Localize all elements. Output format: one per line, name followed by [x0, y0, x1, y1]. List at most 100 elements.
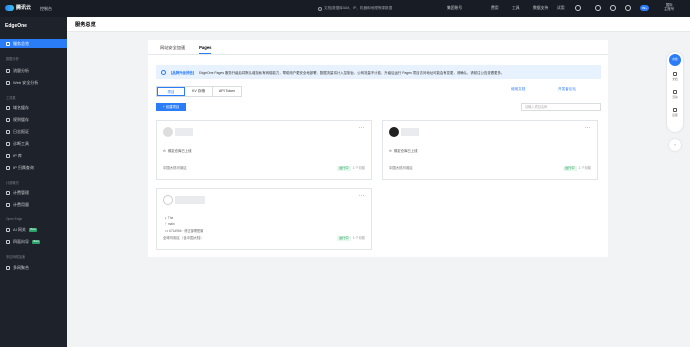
segment-control: 项目 KV 存储 API Token — [156, 86, 242, 97]
sidebar-item-web-security-analytics[interactable]: Web 安全分析 — [0, 78, 67, 87]
avatar — [163, 127, 173, 137]
content-panel: 网站安全加速 Pages 【品牌升级预告】 EdgeOne Pages 服务升级… — [148, 40, 608, 257]
more-options-icon[interactable]: ··· — [359, 125, 366, 131]
sidebar-item-guide[interactable]: 四面向导 Beta — [0, 237, 67, 246]
global-search[interactable]: 文档|数据库IAM、IP、机器和地理等源数据 — [318, 4, 430, 13]
topnav-tools[interactable]: 工具 — [512, 6, 520, 11]
feedback-icon — [673, 108, 677, 112]
sidebar-item-ai-gateway[interactable]: AI 网关 Beta — [0, 225, 67, 234]
sidebar: EdgeOne 服务总览 数据分析 流量分析 Web 安全分析 工具集 域名缓存… — [0, 17, 67, 347]
usage-icon — [6, 202, 10, 207]
ai-icon — [6, 227, 10, 232]
avatar — [163, 195, 173, 205]
rail-activity[interactable]: 活动 — [667, 90, 683, 99]
more-options-icon[interactable]: ··· — [359, 193, 366, 199]
timestamp: 1 个月前 — [352, 236, 365, 240]
doc-icon — [673, 72, 677, 76]
topnav-billing[interactable]: 费用 — [491, 6, 499, 11]
grid-icon[interactable] — [575, 5, 581, 11]
chevron-right-icon[interactable]: › — [669, 139, 681, 151]
status-badge: 运行中 — [337, 236, 351, 241]
sidebar-item-traffic-analytics[interactable]: 流量分析 — [0, 66, 67, 75]
repo-status: ⊝ 绑定仓库已上线 — [389, 148, 418, 154]
sidebar-section-multi-network: 多边网络加速 — [6, 255, 26, 259]
link-icon: ⊝ — [389, 148, 392, 153]
tab-pages[interactable]: Pages — [199, 44, 212, 54]
rail-docs[interactable]: 文档 — [667, 72, 683, 81]
docs-link[interactable]: 使用文档 — [511, 87, 525, 92]
topnav-group-account[interactable]: 集团账号 — [447, 6, 462, 11]
create-project-button[interactable]: + 创建项目 — [156, 103, 186, 111]
project-name-redacted — [175, 128, 193, 136]
sidebar-section-tools: 工具集 — [6, 96, 16, 100]
segment-kv-storage[interactable]: KV 存储 — [185, 87, 213, 96]
sidebar-item-overview[interactable]: 服务总览 — [0, 39, 67, 48]
sidebar-item-log[interactable]: 日志报证 — [0, 127, 67, 136]
sidebar-section-billing: 计费概况 — [6, 181, 19, 185]
topnav-data-support[interactable]: 数据支持 — [533, 6, 548, 11]
status-badge: 运行中 — [337, 166, 351, 171]
forum-link[interactable]: 开发者论坛 — [558, 87, 576, 92]
project-card[interactable]: ··· ⊝ 绑定仓库已上线 中国大陆可用区 运行中 1 个月前 — [382, 120, 598, 180]
sidebar-item-domain-cache[interactable]: 域名缓存 — [0, 103, 67, 112]
status-badge: 运行中 — [563, 166, 577, 171]
chart-icon — [6, 68, 10, 73]
ip-icon — [6, 153, 10, 158]
repo-status: ⊝ 绑定仓库已上线 — [163, 148, 192, 154]
log-icon — [6, 129, 10, 134]
sidebar-section-open-edge: Open Edge — [6, 217, 23, 221]
sidebar-item-ip-lookup[interactable]: IP 归属查询 — [0, 163, 67, 172]
billing-icon — [6, 190, 10, 195]
page-header: 服务总览 — [67, 17, 690, 32]
region-label: 中国大陆可用区 — [389, 166, 413, 170]
project-card[interactable]: ··· ⊝ 绑定仓库已上线 中国大陆可用区 运行中 1 个月前 — [156, 120, 372, 180]
home-icon — [6, 41, 10, 46]
user-account[interactable]: 国际 主账号 — [664, 3, 674, 12]
floating-toolbar: 在线 文档 活动 反馈 — [667, 52, 683, 132]
sidebar-item-billing-manage[interactable]: 计费管理 — [0, 188, 67, 197]
sidebar-item-multi-network[interactable]: 多网聚合 — [0, 263, 67, 272]
cloud-logo-icon — [5, 4, 14, 11]
link-icon: ⊝ — [163, 148, 166, 153]
segment-api-token[interactable]: API Token — [213, 87, 241, 96]
settings-icon[interactable] — [610, 5, 616, 11]
tencent-cloud-logo[interactable]: 腾讯云 — [5, 4, 31, 11]
rail-feedback[interactable]: 反馈 — [667, 108, 683, 117]
project-name-redacted — [401, 128, 419, 136]
more-options-icon[interactable]: ··· — [585, 125, 592, 131]
network-icon — [6, 265, 10, 270]
chat-button[interactable]: 在线 — [669, 54, 681, 66]
rule-icon — [6, 117, 10, 122]
console-link[interactable]: 控制台 — [40, 6, 52, 12]
sidebar-item-billing-usage[interactable]: 计费用量 — [0, 200, 67, 209]
bell-icon[interactable] — [625, 5, 631, 11]
tab-site-acceleration[interactable]: 网站安全加速 — [160, 44, 185, 54]
cache-icon — [6, 105, 10, 110]
topnav-trial[interactable]: 试用 — [557, 6, 565, 11]
sidebar-item-diagnostics[interactable]: 诊断工具 — [0, 139, 67, 148]
tab-bar: 网站安全加速 Pages — [160, 44, 212, 54]
repo-name: ◐ The — [165, 216, 174, 220]
region-label: 全球可用区（含中国大陆） — [163, 236, 204, 240]
lookup-icon — [6, 165, 10, 170]
commit-info: ⊶ 671d96b · 修正部署配置 — [165, 229, 204, 233]
project-card[interactable]: ··· ◐ The ᚠ main ⊶ 671d96b · 修正部署配置 全球可用… — [156, 188, 372, 250]
project-name-redacted — [175, 196, 205, 204]
sidebar-item-ip-library[interactable]: IP 库 — [0, 151, 67, 160]
product-title: EdgeOne — [5, 23, 27, 29]
info-icon — [161, 69, 166, 75]
segment-projects[interactable]: 项目 — [157, 87, 185, 96]
notice-banner: 【品牌升级预告】 EdgeOne Pages 服务升级后将默认增加私有网络能力，… — [156, 65, 601, 79]
timestamp: 1 个月前 — [352, 166, 365, 170]
shield-icon — [6, 80, 10, 85]
region-label: 中国大陆可用区 — [163, 166, 187, 170]
search-icon — [318, 6, 322, 11]
avatar — [389, 127, 399, 137]
sidebar-item-rule-cache[interactable]: 规则缓存 — [0, 115, 67, 124]
beta-badge: Beta — [32, 239, 41, 244]
help-icon[interactable] — [595, 5, 601, 11]
top-navbar: 腾讯云 控制台 文档|数据库IAM、IP、机器和地理等源数据 集团账号 费用 工… — [0, 0, 690, 17]
guide-icon — [6, 239, 10, 244]
project-search-input[interactable]: 请输入项目名称 — [521, 103, 601, 111]
gift-icon — [673, 90, 677, 94]
